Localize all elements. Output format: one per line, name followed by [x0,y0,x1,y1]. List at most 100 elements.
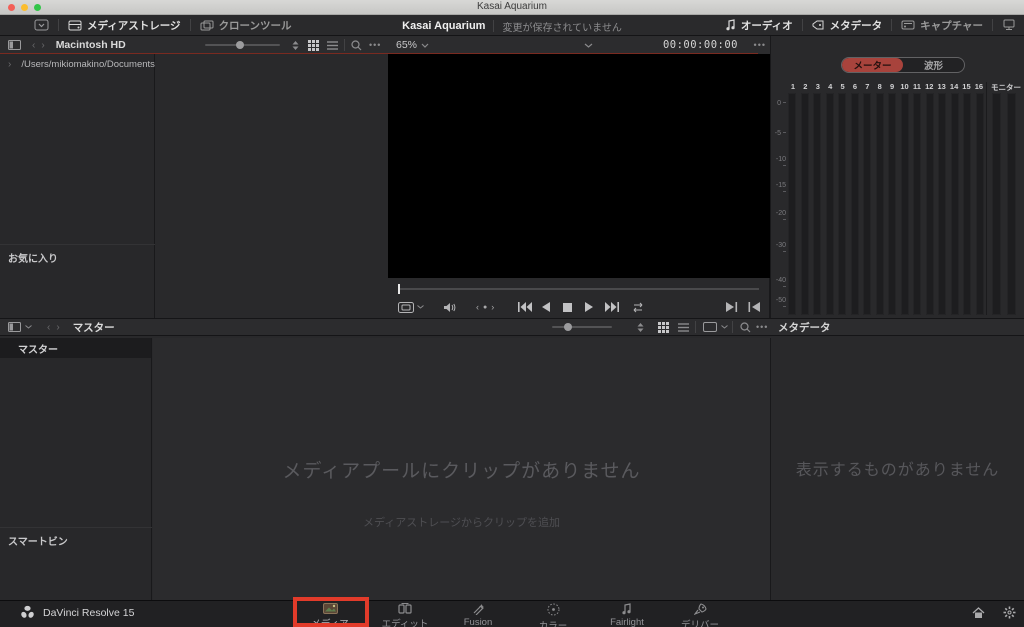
pool-sidebar-chevron-icon[interactable] [25,325,32,329]
channel-number: 7 [865,82,870,91]
clip-dropdown-chevron-icon[interactable] [584,43,593,48]
pool-search-icon[interactable] [740,321,751,333]
meter-scale-tick: 0 [771,100,786,107]
section-divider [0,244,155,245]
play-reverse-button[interactable] [542,298,550,316]
dual-screen-icon[interactable] [1002,19,1016,31]
bin-item-master[interactable]: マスター [0,338,151,358]
audio-panel-button[interactable]: オーディオ [726,18,793,33]
disclosure-triangle[interactable]: › [8,59,11,70]
pool-grid-view-icon[interactable] [658,321,669,333]
playhead[interactable] [398,284,400,294]
pool-forward-arrow[interactable]: › [53,322,62,333]
back-arrow[interactable]: ‹ [29,40,38,51]
favorites-section-label: お気に入り [8,254,58,265]
capture-button[interactable]: キャプチャー [901,18,983,33]
pool-thumb-size-slider[interactable] [552,323,612,331]
storage-file-area [156,54,388,318]
project-settings-gear-icon[interactable] [1003,606,1016,619]
meter-scale-tick: -10 [771,156,786,170]
viewer-video-area[interactable] [388,54,770,278]
panel-layout-toggle-icon[interactable] [34,19,49,31]
tab-media-label: メディア [311,619,349,627]
pool-sidebar-toggle-icon[interactable] [8,322,21,332]
macos-titlebar: Kasai Aquarium [0,0,1024,15]
pool-sort-icon[interactable] [636,322,645,333]
tab-edit-label: エディット [381,619,429,627]
tab-color[interactable]: カラー [517,603,589,627]
last-frame-button[interactable] [605,298,619,316]
capture-icon [901,20,915,30]
save-status: 変更が保存されていません [502,22,622,34]
media-pool-content[interactable]: メディアプールにクリップがありません メディアストレージからクリップを追加 [153,338,770,600]
pool-breadcrumb: マスター [72,321,115,334]
monitor-divider [986,82,987,315]
viewer-options-button[interactable]: ••• [754,40,766,50]
media-storage-button[interactable]: メディアストレージ [68,18,181,33]
tab-media[interactable]: メディア [294,603,366,627]
waveform-tab[interactable]: 波形 [903,58,964,72]
toolbar-divider [801,19,803,31]
stop-button[interactable] [563,298,572,316]
tab-edit[interactable]: エディット [369,603,441,627]
toolbar-divider [695,321,696,333]
davinci-resolve-logo [20,605,35,620]
viewer-toolbar: 65% 00:00:00:00 ••• [388,36,770,54]
pool-more-options[interactable]: ••• [756,322,768,332]
sort-order-icon[interactable] [291,40,300,51]
channel-number: 9 [890,82,895,91]
tab-deliver[interactable]: デリバー [664,603,736,627]
tree-item-documents[interactable]: › /Users/mikiomakino/Documents [0,54,155,70]
cue-to-in-button[interactable] [748,298,760,316]
viewer-timecode: 00:00:00:00 [662,39,738,51]
project-manager-home-icon[interactable] [972,606,985,619]
viewer-zoom-value[interactable]: 65% [396,39,417,51]
color-page-icon [547,603,560,616]
tab-fusion[interactable]: Fusion [442,603,514,627]
tab-fairlight[interactable]: Fairlight [591,603,663,627]
audio-meter-bar [875,93,884,315]
meter-waveform-toggle: メーター 波形 [841,57,965,73]
zoom-chevron-down-icon[interactable] [421,43,429,48]
channel-number: 10 [900,82,909,91]
sidebar-toggle-icon[interactable] [8,40,21,50]
more-options-button[interactable]: ••• [369,40,381,50]
pool-viewmode-chevron-icon[interactable] [721,325,728,329]
viewer-mode-button[interactable] [398,298,424,316]
grid-view-icon[interactable] [308,39,319,51]
audio-meter-bar [825,93,834,315]
search-icon[interactable] [351,39,362,51]
page-navigation-bar: DaVinci Resolve 15 メディア エディット Fusion カラー [0,600,1024,627]
audio-meters [788,93,984,315]
loop-button[interactable] [631,298,645,316]
meter-tab[interactable]: メーター [842,58,903,72]
forward-arrow[interactable]: › [38,40,47,51]
storage-breadcrumb: Macintosh HD [55,39,126,51]
viewer-scrubber[interactable] [398,284,759,294]
cue-to-out-button[interactable] [726,298,738,316]
capture-button-label: キャプチャー [920,19,983,32]
channel-number: 2 [803,82,808,91]
channel-number: 11 [912,82,921,91]
audio-meter-bar [838,93,847,315]
pool-back-arrow[interactable]: ‹ [44,322,53,333]
metadata-panel-button[interactable]: メタデータ [812,18,882,33]
play-button[interactable] [585,298,593,316]
audio-mute-icon[interactable] [443,298,456,316]
list-view-icon[interactable] [327,40,338,50]
pool-viewmode-icon[interactable] [703,322,717,332]
channel-number: 14 [949,82,959,91]
clone-tool-button[interactable]: クローンツール [200,18,292,33]
toolbar-divider [992,19,993,31]
audio-meter-bar [938,93,947,315]
thumbnail-size-slider[interactable] [205,41,280,49]
channel-numbers: 1 2 3 4 5 6 7 8 9 10 11 12 13 14 15 16 [788,82,984,91]
pool-list-view-icon[interactable] [678,322,689,332]
metadata-empty-text: 表示するものがありません [795,462,1000,479]
metadata-panel-body: 表示するものがありません [770,338,1024,600]
first-frame-button[interactable] [518,298,532,316]
clone-tool-label: クローンツール [218,19,292,32]
jog-shuttle-control[interactable]: ‹ ● › [476,298,494,316]
meter-scale-tick: -20 [771,210,786,224]
fairlight-page-icon [622,603,632,615]
